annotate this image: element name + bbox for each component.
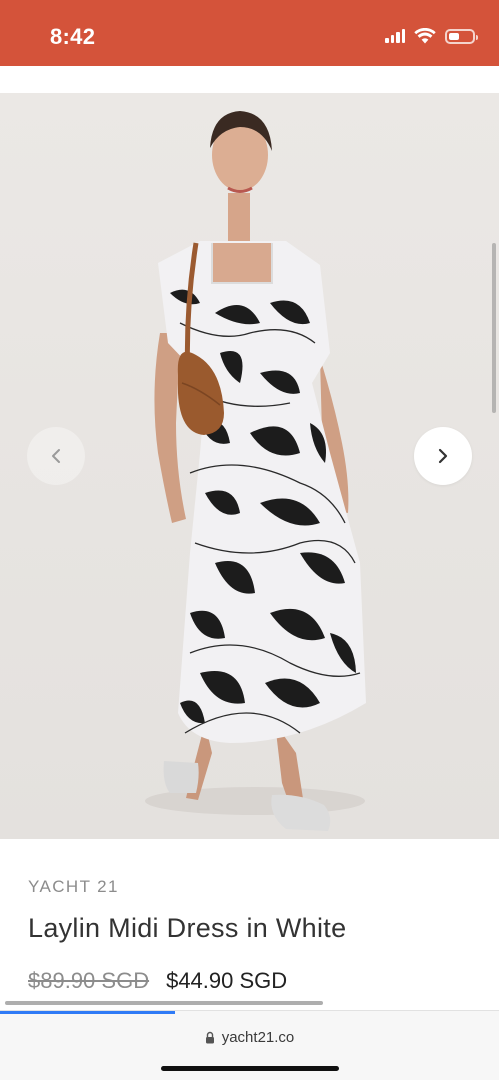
product-brand[interactable]: YACHT 21: [28, 877, 119, 897]
carousel-prev-button[interactable]: [27, 427, 85, 485]
battery-icon: [445, 28, 478, 44]
price-original: $89.90 SGD: [28, 968, 150, 993]
browser-address-bar[interactable]: yacht21.co: [0, 1010, 499, 1080]
page-load-progress: [0, 1011, 175, 1014]
cellular-signal-icon: [385, 29, 405, 43]
home-indicator[interactable]: [161, 1066, 339, 1071]
url-display[interactable]: yacht21.co: [0, 1029, 499, 1046]
carousel-next-button[interactable]: [414, 427, 472, 485]
product-title: Laylin Midi Dress in White: [28, 913, 347, 943]
status-bar: 8:42: [0, 0, 499, 66]
status-time: 8:42: [50, 24, 96, 49]
price-row: $89.90 SGD $44.90 SGD: [28, 968, 287, 994]
price-sale: $44.90 SGD: [166, 968, 288, 993]
wifi-icon: [414, 28, 436, 44]
chevron-left-icon: [52, 449, 60, 463]
horizontal-scrollbar[interactable]: [5, 1001, 323, 1005]
lock-icon: [205, 1031, 214, 1044]
chevron-right-icon: [438, 448, 448, 464]
header-spacer: [0, 66, 499, 93]
url-text: yacht21.co: [221, 1029, 295, 1046]
vertical-scrollbar[interactable]: [492, 243, 496, 413]
status-icons: [385, 28, 478, 44]
